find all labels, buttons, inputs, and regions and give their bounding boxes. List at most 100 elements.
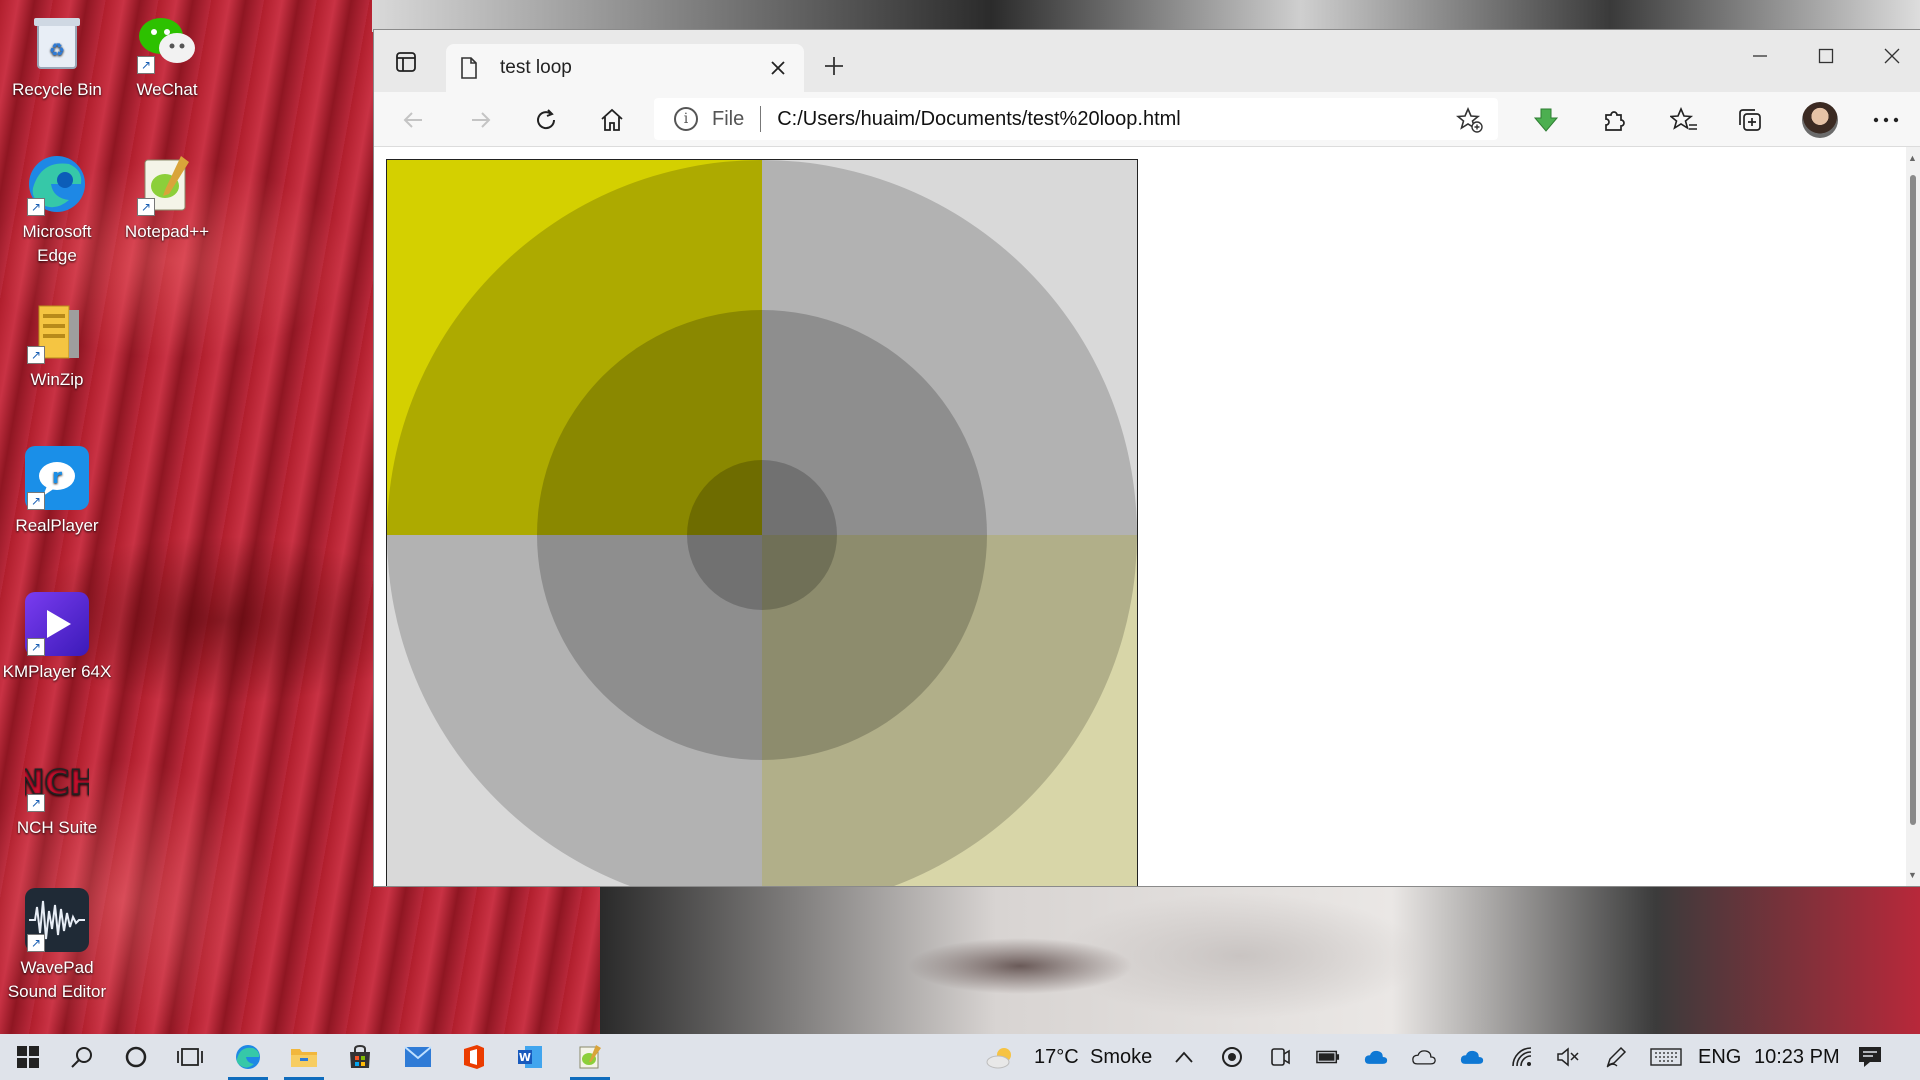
keyboard-icon bbox=[1650, 1048, 1682, 1066]
chevron-up-icon bbox=[1175, 1051, 1193, 1063]
shortcut-arrow-icon: ↗ bbox=[137, 56, 155, 74]
scroll-up-icon[interactable]: ▲ bbox=[1908, 153, 1917, 163]
show-hidden-icons-button[interactable] bbox=[1172, 1045, 1196, 1069]
tray-touch-keyboard-button[interactable] bbox=[1650, 1045, 1682, 1069]
vertical-scrollbar[interactable]: ▲ ▼ bbox=[1906, 147, 1920, 886]
tray-record-button[interactable] bbox=[1220, 1045, 1244, 1069]
weather-condition[interactable]: Smoke bbox=[1090, 1034, 1152, 1080]
info-icon[interactable]: i bbox=[674, 107, 698, 131]
new-tab-button[interactable] bbox=[818, 50, 850, 82]
desktop-icon-kmplayer[interactable]: ↗ KMPlayer 64X bbox=[2, 592, 112, 684]
tab-close-button[interactable] bbox=[766, 56, 790, 80]
tray-onedrive-personal-button[interactable] bbox=[1412, 1045, 1436, 1069]
task-view-icon bbox=[177, 1048, 203, 1066]
svg-text:r: r bbox=[52, 464, 62, 488]
close-window-button[interactable] bbox=[1872, 42, 1912, 72]
tray-volume-button[interactable] bbox=[1556, 1045, 1580, 1069]
onedrive-cloud-icon bbox=[1460, 1050, 1484, 1064]
desktop-icon-wavepad[interactable]: ↗ WavePad Sound Editor bbox=[2, 888, 112, 1004]
desktop-icon-realplayer[interactable]: r ↗ RealPlayer bbox=[2, 446, 112, 538]
taskbar-file-explorer[interactable] bbox=[276, 1034, 332, 1080]
tray-battery-button[interactable] bbox=[1316, 1045, 1340, 1069]
recycle-bin-icon: ♻ bbox=[25, 10, 89, 74]
collections-button[interactable] bbox=[1734, 104, 1766, 136]
download-arrow-icon bbox=[1533, 108, 1559, 132]
word-icon: W bbox=[518, 1046, 542, 1068]
add-favorite-button[interactable] bbox=[1455, 106, 1484, 134]
taskbar-edge[interactable] bbox=[220, 1034, 276, 1080]
desktop-icon-wechat[interactable]: ↗ WeChat bbox=[112, 10, 222, 102]
drawing-canvas[interactable] bbox=[386, 159, 1138, 886]
taskbar: W 17°C Smoke ENG 10:23 PM bbox=[0, 1034, 1920, 1080]
puzzle-icon bbox=[1605, 111, 1625, 131]
desktop-icon-label: WinZip bbox=[30, 370, 84, 389]
clock-time[interactable]: 10:23 PM bbox=[1754, 1034, 1840, 1080]
scrollbar-thumb[interactable] bbox=[1910, 175, 1916, 825]
cloud-outline-icon bbox=[1412, 1050, 1436, 1065]
scroll-down-icon[interactable]: ▼ bbox=[1908, 870, 1917, 880]
back-button[interactable] bbox=[398, 104, 430, 136]
notepad-plus-plus-icon bbox=[579, 1045, 601, 1069]
weather-temperature[interactable]: 17°C bbox=[1034, 1034, 1079, 1080]
tray-onedrive-business-button[interactable] bbox=[1460, 1045, 1484, 1069]
onedrive-cloud-icon bbox=[1364, 1050, 1388, 1064]
plus-icon bbox=[825, 57, 843, 75]
desktop-icon-notepad-plus-plus[interactable]: ↗ Notepad++ bbox=[112, 152, 222, 244]
mail-icon bbox=[404, 1046, 432, 1067]
tab-actions-icon bbox=[396, 52, 416, 72]
tray-pen-button[interactable] bbox=[1604, 1045, 1628, 1069]
extensions-button[interactable] bbox=[1598, 104, 1630, 136]
maximize-button[interactable] bbox=[1806, 42, 1846, 72]
url-text[interactable]: C:/Users/huaim/Documents/test%20loop.htm… bbox=[777, 108, 1181, 131]
taskbar-office[interactable] bbox=[446, 1034, 502, 1080]
cortana-button[interactable] bbox=[108, 1034, 164, 1080]
edge-icon: ↗ bbox=[25, 152, 89, 216]
desktop-wallpaper: ♻ Recycle Bin ↗ WeChat ↗ Microsoft Edge … bbox=[0, 0, 1920, 1034]
desktop-icon-microsoft-edge[interactable]: ↗ Microsoft Edge bbox=[2, 152, 112, 268]
tray-network-button[interactable] bbox=[1510, 1045, 1534, 1069]
edge-icon bbox=[236, 1045, 260, 1069]
wavepad-icon: ↗ bbox=[25, 888, 89, 952]
taskbar-mail[interactable] bbox=[390, 1034, 446, 1080]
tab-actions-button[interactable] bbox=[392, 48, 420, 76]
tab-title: test loop bbox=[500, 57, 572, 78]
start-button[interactable] bbox=[0, 1034, 56, 1080]
task-view-button[interactable] bbox=[162, 1034, 218, 1080]
desktop-icon-recycle-bin[interactable]: ♻ Recycle Bin bbox=[2, 10, 112, 102]
minimize-button[interactable] bbox=[1740, 42, 1780, 72]
volume-muted-icon bbox=[1557, 1047, 1579, 1067]
desktop-icon-label: WeChat bbox=[136, 80, 198, 99]
maximize-icon bbox=[1818, 48, 1834, 64]
tab-test-loop[interactable]: test loop bbox=[446, 44, 804, 92]
taskbar-word[interactable]: W bbox=[502, 1034, 558, 1080]
camera-icon bbox=[1271, 1048, 1290, 1066]
taskbar-store[interactable] bbox=[332, 1034, 388, 1080]
tray-meet-now-button[interactable] bbox=[1268, 1045, 1292, 1069]
wallpaper-photo bbox=[600, 886, 1920, 1034]
refresh-button[interactable] bbox=[530, 104, 562, 136]
weather-icon[interactable] bbox=[986, 1045, 1018, 1069]
refresh-icon bbox=[537, 109, 556, 130]
taskbar-notepad-plus-plus[interactable] bbox=[562, 1034, 618, 1080]
pen-icon bbox=[1606, 1046, 1627, 1068]
input-language[interactable]: ENG bbox=[1698, 1034, 1741, 1080]
address-bar[interactable]: i File C:/Users/huaim/Documents/test%20l… bbox=[654, 98, 1498, 140]
store-icon bbox=[350, 1044, 370, 1068]
download-extension-button[interactable] bbox=[1530, 104, 1562, 136]
profile-avatar[interactable] bbox=[1802, 102, 1838, 138]
desktop-icon-winzip[interactable]: ↗ WinZip bbox=[2, 300, 112, 392]
action-center-button[interactable] bbox=[1858, 1045, 1882, 1069]
more-dots-icon bbox=[1873, 117, 1899, 123]
settings-more-button[interactable] bbox=[1870, 104, 1902, 136]
favorites-button[interactable] bbox=[1668, 104, 1700, 136]
wifi-icon bbox=[1512, 1047, 1532, 1067]
wechat-icon: ↗ bbox=[135, 10, 199, 74]
kmplayer-icon: ↗ bbox=[25, 592, 89, 656]
search-button[interactable] bbox=[54, 1034, 110, 1080]
tray-onedrive-button[interactable] bbox=[1364, 1045, 1388, 1069]
browser-window: test loop i File C:/Users/huaim/Document… bbox=[374, 30, 1920, 886]
home-button[interactable] bbox=[596, 104, 628, 136]
svg-text:W: W bbox=[519, 1051, 531, 1064]
desktop-icon-nch-suite[interactable]: NCH ↗ NCH Suite bbox=[2, 748, 112, 840]
forward-button[interactable] bbox=[464, 104, 496, 136]
